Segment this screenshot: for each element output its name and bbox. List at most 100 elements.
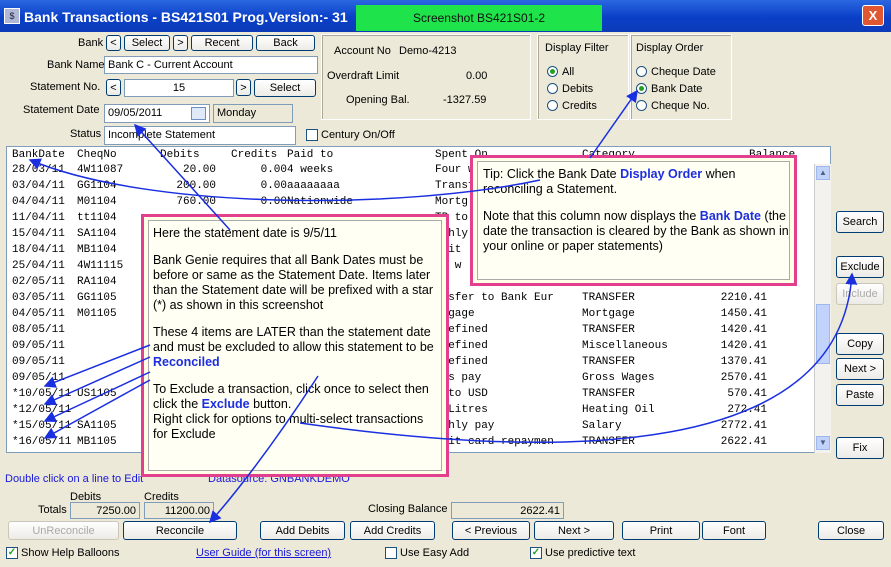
next-side-button[interactable]: Next > xyxy=(836,358,884,380)
order-cheque-date-radio[interactable] xyxy=(636,66,647,77)
cell-cheqno: RA1104 xyxy=(77,276,117,288)
cell-balance: 1420.41 xyxy=(720,340,767,352)
opening-value: -1327.59 xyxy=(443,94,487,106)
recent-button[interactable]: Recent xyxy=(191,35,253,51)
grid-scrollbar[interactable]: ▲ ▼ xyxy=(814,164,831,453)
cell-spent-on: Mortg xyxy=(435,196,469,208)
show-help-checkbox[interactable]: ✓ xyxy=(6,547,18,559)
bank-next-button[interactable]: > xyxy=(173,35,188,51)
tip2-text: Here the statement date is 9/5/11 Bank G… xyxy=(153,226,441,442)
cell-balance: 1420.41 xyxy=(720,324,767,336)
window-title: Bank Transactions - BS421S01 Prog.Versio… xyxy=(24,9,348,25)
statement-prev-button[interactable]: < xyxy=(106,79,121,96)
filter-debits-radio[interactable] xyxy=(547,83,558,94)
copy-button[interactable]: Copy xyxy=(836,333,884,355)
include-button[interactable]: Include xyxy=(836,283,884,305)
cell-debits: 20.00 xyxy=(182,164,216,176)
back-button[interactable]: Back xyxy=(256,35,315,51)
scroll-up-icon[interactable]: ▲ xyxy=(816,166,830,180)
unreconcile-button[interactable]: UnReconcile xyxy=(8,521,119,540)
tip1-text: Tip: Click the Bank Date Display Order w… xyxy=(483,167,789,254)
cell-category: TRANSFER xyxy=(582,324,635,336)
col-paid-to[interactable]: Paid to xyxy=(287,149,333,161)
cell-bankdate: 28/03/11 xyxy=(12,164,65,176)
overdraft-label: Overdraft Limit xyxy=(327,70,400,82)
cell-category: Salary xyxy=(582,420,622,432)
col-cheqno[interactable]: CheqNo xyxy=(77,149,117,161)
cell-balance: 2622.41 xyxy=(720,436,767,448)
filter-all-radio[interactable] xyxy=(547,66,558,77)
cell-category: TRANSFER xyxy=(582,356,635,368)
cell-balance: 2772.41 xyxy=(720,420,767,432)
cell-bankdate: 09/05/11 xyxy=(12,356,65,368)
close-button[interactable]: Close xyxy=(818,521,884,540)
cell-balance: 2570.41 xyxy=(720,372,767,384)
cell-bankdate: *12/05/11 xyxy=(12,404,72,416)
search-button[interactable]: Search xyxy=(836,211,884,233)
order-bank-date-radio[interactable] xyxy=(636,83,647,94)
bank-prev-button[interactable]: < xyxy=(106,35,121,51)
paste-button[interactable]: Paste xyxy=(836,384,884,406)
calendar-icon[interactable] xyxy=(191,107,206,120)
statement-next-button[interactable]: > xyxy=(236,79,251,96)
closing-balance-field: 2622.41 xyxy=(451,502,564,519)
tip1-paragraph-1: Tip: Click the Bank Date Display Order w… xyxy=(483,167,736,196)
easy-add-checkbox[interactable] xyxy=(385,547,397,559)
bank-select-button[interactable]: Select xyxy=(124,35,170,51)
cell-spent-on: ansfer to Bank Eur xyxy=(435,292,554,304)
previous-button[interactable]: < Previous xyxy=(452,521,530,540)
cell-spent-on: Transf xyxy=(435,180,475,192)
fix-button[interactable]: Fix xyxy=(836,437,884,459)
col-credits[interactable]: Credits xyxy=(231,149,277,161)
tip2-paragraph-2: Bank Genie requires that all Bank Dates … xyxy=(153,253,434,312)
scroll-thumb[interactable] xyxy=(816,304,830,364)
statement-date-field[interactable]: 09/05/2011 xyxy=(104,104,210,123)
cell-bankdate: 15/04/11 xyxy=(12,228,65,240)
exclude-button[interactable]: Exclude xyxy=(836,256,884,278)
cell-paid-to: aaaaaaaa xyxy=(287,180,340,192)
cell-cheqno: tt1104 xyxy=(77,212,117,224)
statement-date-label: Statement Date xyxy=(23,104,100,116)
col-bankdate[interactable]: BankDate xyxy=(12,149,65,161)
century-label: Century On/Off xyxy=(321,129,395,141)
reconcile-button[interactable]: Reconcile xyxy=(123,521,237,540)
opening-label: Opening Bal. xyxy=(346,94,410,106)
add-debits-button[interactable]: Add Debits xyxy=(260,521,345,540)
scroll-down-icon[interactable]: ▼ xyxy=(816,436,830,450)
filter-all-label: All xyxy=(562,66,575,78)
bank-name-label: Bank Name xyxy=(47,59,105,71)
statement-no-field[interactable]: 15 xyxy=(124,79,234,97)
cell-bankdate: 03/04/11 xyxy=(12,180,65,192)
cell-category: Gross Wages xyxy=(582,372,655,384)
tip2-paragraph-1: Here the statement date is 9/5/11 xyxy=(153,226,337,240)
cell-category: TRANSFER xyxy=(582,292,635,304)
next-footer-button[interactable]: Next > xyxy=(534,521,614,540)
col-debits[interactable]: Debits xyxy=(160,149,200,161)
cell-bankdate: *16/05/11 xyxy=(12,436,72,448)
century-checkbox[interactable] xyxy=(306,129,318,141)
add-credits-button[interactable]: Add Credits xyxy=(350,521,435,540)
closing-balance-label: Closing Balance xyxy=(368,503,448,515)
cell-bankdate: 02/05/11 xyxy=(12,276,65,288)
cell-bankdate: *10/05/11 xyxy=(12,388,72,400)
filter-credits-radio[interactable] xyxy=(547,100,558,111)
cell-bankdate: 08/05/11 xyxy=(12,324,65,336)
status-label: Status xyxy=(70,128,102,140)
cell-balance: 570.41 xyxy=(727,388,767,400)
order-cheque-no-radio[interactable] xyxy=(636,100,647,111)
font-button[interactable]: Font xyxy=(702,521,766,540)
statement-select-button[interactable]: Select xyxy=(254,79,316,97)
display-order-title: Display Order xyxy=(636,42,704,54)
screenshot-label: Screenshot BS421S01-2 xyxy=(356,5,602,31)
bank-name-field[interactable]: Bank C - Current Account xyxy=(104,56,318,74)
predictive-checkbox[interactable]: ✓ xyxy=(530,547,542,559)
cell-paid-to: Nationwide xyxy=(287,196,354,208)
cell-cheqno: 4W11115 xyxy=(77,260,124,272)
predictive-label: Use predictive text xyxy=(545,547,636,559)
cell-bankdate: 11/04/11 xyxy=(12,212,65,224)
user-guide-link[interactable]: User Guide (for this screen) xyxy=(196,547,331,559)
window-close-button[interactable]: X xyxy=(862,5,884,26)
filter-credits-label: Credits xyxy=(562,100,597,112)
cell-balance: 1450.41 xyxy=(720,308,767,320)
print-button[interactable]: Print xyxy=(622,521,700,540)
